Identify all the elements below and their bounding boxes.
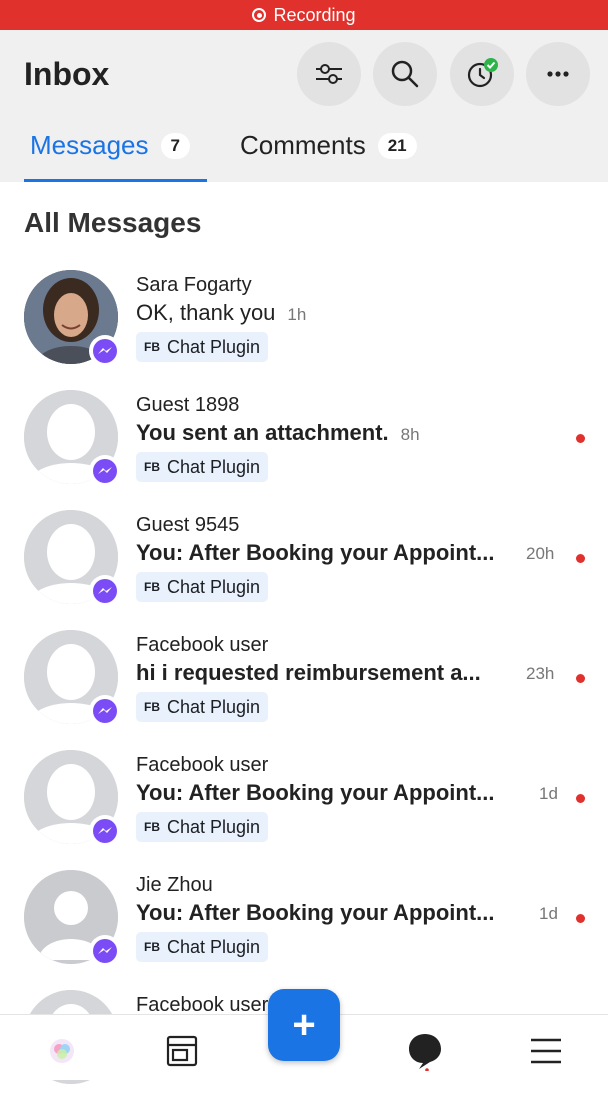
- tag-label: Chat Plugin: [167, 696, 261, 717]
- filter-button[interactable]: [297, 42, 361, 106]
- page-title: Inbox: [24, 56, 110, 92]
- plus-icon: +: [292, 1002, 316, 1047]
- hamburger-menu-icon: [531, 1038, 561, 1064]
- message-preview: You: After Booking your Appoint...: [136, 540, 495, 565]
- list-item[interactable]: Facebook user hi i requested reimburseme…: [0, 618, 608, 738]
- tag-prefix: FB: [144, 940, 160, 954]
- recording-label: Recording: [273, 4, 356, 25]
- search-icon: [391, 60, 419, 88]
- message-preview-text: OK, thank you: [136, 300, 276, 325]
- messenger-icon: [89, 815, 121, 847]
- chat-bubble-icon: [409, 1034, 441, 1071]
- unread-dot: [576, 554, 585, 563]
- message-preview: OK, thank you 1h: [136, 300, 306, 326]
- tab-messages-label: Messages: [30, 130, 149, 160]
- nav-home[interactable]: [42, 1031, 82, 1071]
- nav-inbox[interactable]: [405, 1031, 445, 1071]
- messenger-icon: [89, 455, 121, 487]
- list-item[interactable]: Jie Zhou You: After Booking your Appoint…: [0, 858, 608, 978]
- contact-name: Facebook user: [136, 754, 269, 776]
- contact-name: Guest 9545: [136, 514, 240, 536]
- message-time: 1h: [287, 305, 307, 324]
- tag-prefix: FB: [144, 460, 160, 474]
- tag-label: Chat Plugin: [167, 456, 261, 477]
- list-item[interactable]: Guest 9545 You: After Booking your Appoi…: [0, 498, 608, 618]
- source-tag: FB Chat Plugin: [136, 692, 269, 722]
- contact-name: Facebook user: [136, 634, 269, 656]
- contact-name: Guest 1898: [136, 394, 240, 416]
- recording-indicator: Recording: [0, 0, 608, 30]
- source-tag: FB Chat Plugin: [136, 332, 269, 362]
- tab-messages-count: 7: [160, 132, 190, 159]
- tag-label: Chat Plugin: [167, 816, 261, 837]
- tag-label: Chat Plugin: [167, 936, 261, 957]
- message-preview-text: You sent an attachment.: [136, 420, 389, 445]
- record-icon: [252, 8, 267, 22]
- messenger-icon: [89, 335, 121, 367]
- tab-comments-count: 21: [377, 132, 417, 159]
- message-preview: You: After Booking your Appoint...: [136, 780, 495, 805]
- message-list: Sara Fogarty OK, thank you 1h FB Chat Plug…: [0, 258, 608, 1098]
- contact-name: Jie Zhou: [136, 874, 213, 896]
- source-tag: FB Chat Plugin: [136, 452, 269, 482]
- messenger-icon: [89, 575, 121, 607]
- message-time: 20h: [526, 544, 555, 563]
- tag-label: Chat Plugin: [167, 576, 261, 597]
- list-item[interactable]: Facebook user You: After Booking your Ap…: [0, 738, 608, 858]
- unread-dot: [576, 794, 585, 803]
- compose-button[interactable]: +: [268, 989, 340, 1061]
- search-button[interactable]: [373, 42, 437, 106]
- tag-prefix: FB: [144, 700, 160, 714]
- activity-button[interactable]: [450, 42, 514, 106]
- activity-check-icon: [467, 58, 498, 88]
- nav-posts[interactable]: [162, 1031, 202, 1071]
- tag-prefix: FB: [144, 340, 160, 354]
- inbox-header: Inbox Messages 7 Comments 21: [0, 30, 608, 182]
- unread-dot: [576, 434, 585, 443]
- tag-label: Chat Plugin: [167, 336, 261, 357]
- message-time: 1d: [539, 784, 558, 803]
- posts-icon: [166, 1035, 198, 1067]
- message-preview: You sent an attachment. 8h: [136, 420, 420, 446]
- unread-dot: [576, 914, 585, 923]
- more-icon: [547, 71, 569, 77]
- active-tab-indicator: [24, 179, 207, 182]
- filter-icon: [316, 64, 342, 84]
- meta-business-icon: [50, 1039, 74, 1063]
- source-tag: FB Chat Plugin: [136, 932, 269, 962]
- message-preview: hi i requested reimbursement a...: [136, 660, 481, 685]
- messenger-icon: [89, 695, 121, 727]
- messenger-icon: [89, 935, 121, 967]
- tab-comments-label: Comments: [240, 130, 366, 160]
- message-preview: You: After Booking your Appoint...: [136, 900, 495, 925]
- more-options-button[interactable]: [526, 42, 590, 106]
- contact-name: Sara Fogarty: [136, 274, 252, 296]
- tag-prefix: FB: [144, 580, 160, 594]
- list-item[interactable]: Guest 1898 You sent an attachment. 8h FB C…: [0, 378, 608, 498]
- tab-comments[interactable]: Comments 21: [240, 130, 417, 161]
- message-time: 23h: [526, 664, 555, 683]
- message-time: 1d: [539, 904, 558, 923]
- message-time: 8h: [400, 425, 420, 444]
- source-tag: FB Chat Plugin: [136, 572, 269, 602]
- nav-menu[interactable]: [526, 1031, 566, 1071]
- tab-messages[interactable]: Messages 7: [30, 130, 190, 161]
- unread-dot: [576, 674, 585, 683]
- list-item[interactable]: Sara Fogarty OK, thank you 1h FB Chat Plug…: [0, 258, 608, 378]
- source-tag: FB Chat Plugin: [136, 812, 269, 842]
- section-title: All Messages: [24, 207, 202, 238]
- tag-prefix: FB: [144, 820, 160, 834]
